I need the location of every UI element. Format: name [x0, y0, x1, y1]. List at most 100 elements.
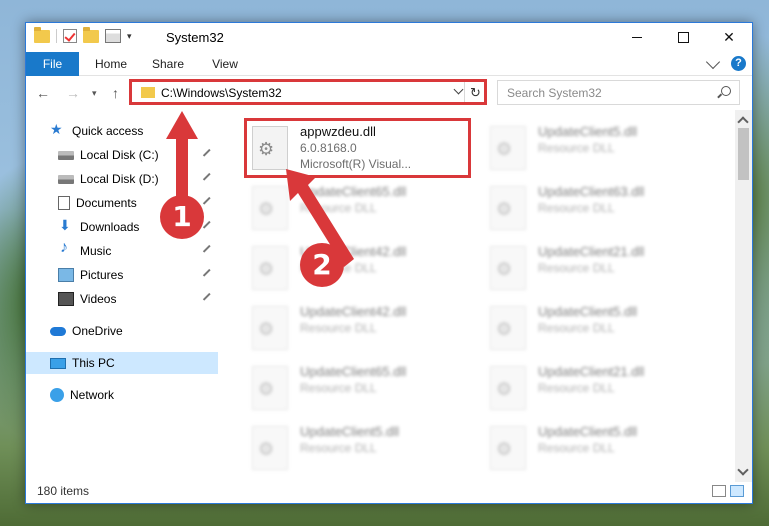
dll-file-icon	[490, 186, 526, 230]
sidebar-item-onedrive[interactable]: OneDrive	[26, 320, 218, 342]
address-path[interactable]: C:\Windows\System32	[161, 86, 282, 100]
sidebar-item-label: Music	[80, 244, 112, 258]
pin-icon	[202, 292, 215, 305]
file-description: Resource DLL	[538, 381, 615, 395]
address-dropdown-icon[interactable]	[453, 84, 464, 95]
sidebar-item-pictures[interactable]: Pictures	[26, 264, 218, 286]
file-description: Resource DLL	[538, 321, 615, 335]
customize-toolbar-icon[interactable]	[105, 29, 121, 43]
sidebar-item-local-disk-c[interactable]: Local Disk (C:)	[26, 144, 218, 166]
sidebar-item-videos[interactable]: Videos	[26, 288, 218, 310]
search-placeholder[interactable]: Search System32	[507, 86, 602, 100]
file-name: UpdateClient21.dll	[538, 244, 645, 259]
scrollbar-thumb[interactable]	[738, 128, 749, 180]
file-item[interactable]: UpdateClient42.dll Resource DLL	[248, 242, 478, 298]
dll-file-icon	[490, 366, 526, 410]
sidebar-item-label: Local Disk (C:)	[80, 148, 159, 162]
step-2-badge: 2	[300, 243, 344, 287]
back-button[interactable]: ←	[36, 85, 50, 101]
refresh-button[interactable]: ↻	[464, 81, 486, 104]
pc-icon	[50, 357, 66, 369]
sidebar-item-label: Downloads	[80, 220, 140, 234]
address-bar[interactable]: C:\Windows\System32 ↻	[130, 80, 487, 105]
item-count: 180 items	[37, 484, 90, 498]
file-description: Resource DLL	[538, 441, 615, 455]
documents-icon	[58, 196, 70, 210]
sidebar-item-label: OneDrive	[72, 324, 123, 338]
title-bar: ▾ System32 ✕	[26, 23, 752, 52]
file-highlight-box	[244, 118, 471, 178]
toolbar-divider	[56, 29, 57, 43]
navigation-pane: Quick access Local Disk (C:) Local Disk …	[26, 118, 218, 482]
sidebar-item-label: Local Disk (D:)	[80, 172, 159, 186]
sidebar-item-network[interactable]: Network	[26, 384, 218, 406]
dll-file-icon	[490, 126, 526, 170]
help-icon[interactable]: ?	[731, 56, 746, 71]
file-name: UpdateClient5.dll	[300, 424, 400, 439]
file-item[interactable]: UpdateClient5.dll Resource DLL	[486, 422, 716, 478]
sidebar-item-label: Network	[70, 388, 115, 402]
new-folder-icon[interactable]	[83, 26, 99, 43]
close-button[interactable]: ✕	[706, 23, 752, 52]
file-item[interactable]: UpdateClient42.dll Resource DLL	[248, 302, 478, 358]
search-box[interactable]: Search System32	[497, 80, 740, 105]
dll-file-icon	[252, 306, 288, 350]
sidebar-item-music[interactable]: Music	[26, 239, 218, 262]
sidebar-item-local-disk-d[interactable]: Local Disk (D:)	[26, 168, 218, 190]
sidebar-item-label: Quick access	[72, 124, 144, 138]
up-button[interactable]: ↑	[112, 85, 119, 101]
file-description: Resource DLL	[538, 141, 615, 155]
search-icon[interactable]	[721, 86, 731, 96]
tab-home[interactable]: Home	[86, 52, 136, 76]
network-icon	[50, 388, 64, 402]
dll-file-icon	[252, 186, 288, 230]
file-name: UpdateClient65.dll	[300, 364, 407, 379]
sidebar-item-label: Pictures	[80, 268, 124, 282]
file-item[interactable]: UpdateClient5.dll Resource DLL	[248, 422, 478, 478]
pin-icon	[202, 196, 215, 209]
file-description: Resource DLL	[538, 201, 615, 215]
file-item[interactable]: UpdateClient21.dll Resource DLL	[486, 362, 716, 418]
scroll-up-icon[interactable]	[737, 116, 749, 128]
file-name: UpdateClient21.dll	[538, 364, 645, 379]
tab-share[interactable]: Share	[143, 52, 193, 76]
file-description: Resource DLL	[300, 441, 377, 455]
details-view-icon[interactable]	[712, 485, 726, 497]
disk-icon	[58, 174, 74, 184]
dll-file-icon	[252, 366, 288, 410]
minimize-button[interactable]	[614, 23, 660, 52]
sidebar-item-label: Documents	[76, 196, 137, 210]
pin-icon	[202, 172, 215, 185]
dll-file-icon	[490, 426, 526, 470]
scroll-down-icon[interactable]	[737, 464, 749, 476]
recent-locations-chevron-icon[interactable]: ▾	[92, 88, 97, 99]
file-item[interactable]: UpdateClient65.dll Resource DLL	[248, 362, 478, 418]
file-name: UpdateClient63.dll	[538, 184, 645, 199]
maximize-button[interactable]	[660, 23, 706, 52]
forward-button[interactable]: →	[66, 85, 80, 101]
view-switcher	[712, 485, 744, 497]
file-explorer-window: ▾ System32 ✕ File Home Share View ? ← → …	[25, 22, 753, 504]
tab-view[interactable]: View	[200, 52, 250, 76]
tab-file[interactable]: File	[26, 52, 79, 76]
file-item[interactable]: UpdateClient65.dll Resource DLL	[248, 182, 478, 238]
pin-icon	[202, 244, 215, 257]
folder-icon	[34, 26, 50, 43]
file-name: UpdateClient5.dll	[538, 304, 638, 319]
properties-check-icon[interactable]	[63, 29, 77, 43]
step-1-badge: 1	[160, 195, 204, 239]
expand-ribbon-icon[interactable]	[705, 54, 721, 70]
file-description: Resource DLL	[300, 381, 377, 395]
file-item[interactable]: UpdateClient21.dll Resource DLL	[486, 242, 716, 298]
dll-file-icon	[490, 306, 526, 350]
folder-icon	[141, 87, 155, 98]
sidebar-item-quick-access[interactable]: Quick access	[26, 120, 218, 142]
file-item[interactable]: UpdateClient5.dll Resource DLL	[486, 122, 716, 178]
cloud-icon	[50, 326, 66, 336]
file-item[interactable]: UpdateClient63.dll Resource DLL	[486, 182, 716, 238]
file-item[interactable]: UpdateClient5.dll Resource DLL	[486, 302, 716, 358]
sidebar-item-this-pc[interactable]: This PC	[26, 352, 218, 374]
vertical-scrollbar[interactable]	[735, 110, 752, 482]
large-icons-view-icon[interactable]	[730, 485, 744, 497]
toolbar-dropdown-icon[interactable]: ▾	[127, 31, 132, 42]
